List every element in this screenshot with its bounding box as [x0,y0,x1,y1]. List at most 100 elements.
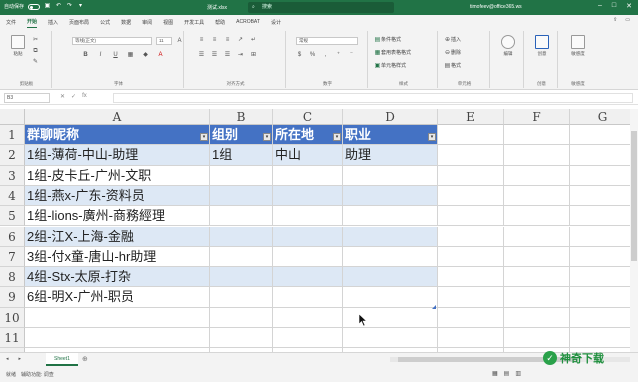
select-all-corner[interactable] [0,109,25,125]
autosave-toggle[interactable] [28,3,41,10]
redo-icon[interactable]: ↷ [66,3,73,10]
table-cell[interactable] [273,246,343,268]
table-cell[interactable] [210,206,273,227]
empty-cell[interactable] [504,226,570,247]
page-layout-view-icon[interactable]: ▤ [504,370,510,377]
align-top-icon[interactable]: ≡ [198,37,205,44]
normal-view-icon[interactable]: ▦ [492,370,498,377]
filter-dropdown-icon[interactable]: ▾ [333,133,341,141]
decrease-decimal-icon[interactable]: ⁻ [348,52,355,59]
minimize-icon[interactable]: – [598,2,602,10]
table-header-cell[interactable]: 组别 ▾ [210,125,273,146]
table-cell[interactable] [343,267,438,288]
insert-cells-button[interactable]: ⊕插入 [444,36,461,44]
row-header-1[interactable]: 1 [0,125,25,146]
row-header-6[interactable]: 6 [0,226,25,247]
table-cell[interactable]: 3组-付x童-唐山-hr助理 [25,246,210,268]
empty-cell[interactable] [504,165,570,186]
close-icon[interactable]: ✕ [626,2,632,10]
name-box[interactable]: B3 [4,93,50,103]
row-header-3[interactable]: 3 [0,165,25,186]
vertical-scrollbar[interactable] [630,109,638,352]
ideas-button[interactable]: 创意 [532,33,552,63]
merge-center-icon[interactable]: ⊞ [250,52,257,59]
table-cell[interactable] [210,287,273,308]
table-cell[interactable] [343,165,438,186]
empty-cell[interactable] [570,328,630,349]
row-header-5[interactable]: 5 [0,206,25,227]
align-bottom-icon[interactable]: ≡ [224,37,231,44]
customize-qat-icon[interactable]: ▾ [77,3,84,10]
table-cell[interactable] [210,226,273,247]
align-center-icon[interactable]: ☰ [211,52,218,59]
tab-help[interactable]: 帮助 [215,17,225,28]
accessibility-status[interactable]: 辅助功能: 调查 [21,371,54,378]
empty-cell[interactable] [438,307,504,328]
orientation-icon[interactable]: ↗ [237,37,244,44]
row-header-7[interactable]: 7 [0,246,25,268]
tab-page-layout[interactable]: 页面布局 [69,17,89,28]
table-cell[interactable]: 2组-江X-上海-金融 [25,226,210,247]
empty-cell[interactable] [438,185,504,207]
row-header-2[interactable]: 2 [0,145,25,166]
account-name[interactable]: timofeev@office365.ws [470,4,522,10]
empty-cell[interactable] [438,328,504,349]
empty-cell[interactable] [438,165,504,186]
empty-cell[interactable] [343,307,438,328]
empty-cell[interactable] [504,206,570,227]
table-cell[interactable] [273,165,343,186]
table-resize-handle[interactable] [432,305,436,309]
copy-icon[interactable]: ⧉ [32,48,39,55]
undo-icon[interactable]: ↶ [55,3,62,10]
increase-decimal-icon[interactable]: ⁺ [335,52,342,59]
table-cell[interactable]: 4组-Stx-太原-打杂 [25,267,210,288]
table-cell[interactable]: 中山 [273,145,343,166]
empty-cell[interactable] [570,145,630,166]
tab-data[interactable]: 数据 [121,17,131,28]
empty-cell[interactable] [570,125,630,146]
table-cell[interactable] [273,206,343,227]
empty-cell[interactable] [504,307,570,328]
prev-sheet-icon[interactable]: ◂ [6,356,9,362]
empty-cell[interactable] [273,328,343,349]
empty-cell[interactable] [504,125,570,146]
comma-icon[interactable]: , [322,52,329,59]
table-cell[interactable] [273,267,343,288]
empty-cell[interactable] [438,145,504,166]
row-header-8[interactable]: 8 [0,267,25,288]
empty-cell[interactable] [504,145,570,166]
insert-function-icon[interactable]: fx [82,93,87,100]
column-header-b[interactable]: B [210,109,273,125]
conditional-format-button[interactable]: ▤条件格式 [374,36,401,44]
empty-cell[interactable] [504,287,570,308]
table-cell[interactable] [273,185,343,207]
font-color-icon[interactable]: A [157,52,164,59]
table-cell[interactable] [343,246,438,268]
empty-cell[interactable] [504,246,570,268]
italic-icon[interactable]: I [97,52,104,59]
table-cell[interactable]: 1组-燕x-广东-资料员 [25,185,210,207]
sensitivity-button[interactable]: 敏感度 [568,33,588,63]
empty-cell[interactable] [210,307,273,328]
empty-cell[interactable] [25,328,210,349]
align-right-icon[interactable]: ☰ [224,52,231,59]
grow-font-icon[interactable]: A [176,38,183,45]
underline-icon[interactable]: U [112,52,119,59]
row-header-11[interactable]: 11 [0,328,25,349]
table-cell[interactable] [343,226,438,247]
format-painter-icon[interactable]: ✎ [32,59,39,66]
align-middle-icon[interactable]: ≡ [211,37,218,44]
sheet-tab-sheet1[interactable]: Sheet1 [46,353,78,366]
font-name-select[interactable]: 等线(正文) [72,37,152,45]
paste-button[interactable]: 粘贴 [8,33,28,63]
tab-formulas[interactable]: 公式 [100,17,110,28]
tab-review[interactable]: 审阅 [142,17,152,28]
table-cell[interactable]: 1组 [210,145,273,166]
editing-button[interactable]: 编辑 [498,33,518,63]
wrap-text-icon[interactable]: ↵ [250,37,257,44]
table-header-cell[interactable]: 群聊昵称 ▾ [25,125,210,146]
add-sheet-icon[interactable]: ⊕ [82,355,88,363]
delete-cells-button[interactable]: ⊖删除 [444,49,461,57]
empty-cell[interactable] [438,125,504,146]
table-cell[interactable] [210,165,273,186]
